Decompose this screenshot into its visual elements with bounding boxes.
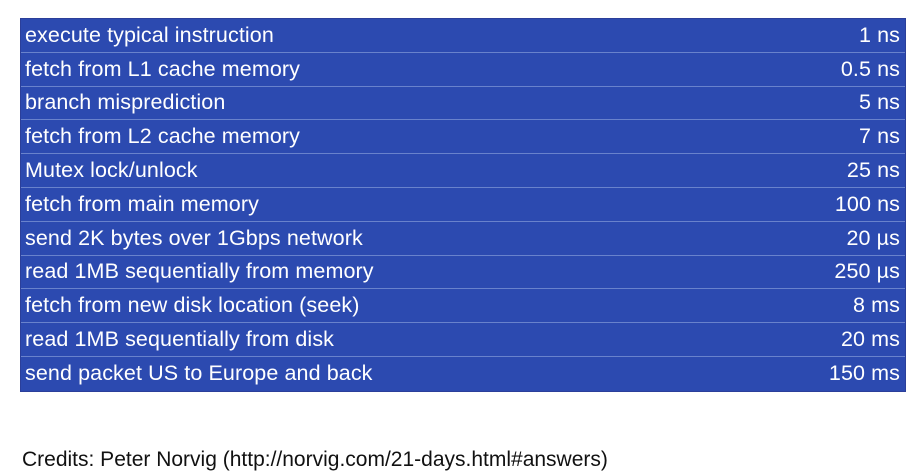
row-label: fetch from main memory	[25, 191, 259, 216]
table-row: send packet US to Europe and back 150 ms	[21, 357, 905, 391]
row-value: 100 ns	[834, 191, 900, 216]
row-value: 20 µs	[846, 225, 900, 250]
row-label: branch misprediction	[25, 90, 226, 115]
row-value: 25 ns	[846, 158, 900, 183]
credits-text: Credits: Peter Norvig (http://norvig.com…	[22, 448, 608, 471]
row-value: 8 ms	[853, 293, 900, 318]
row-value: 0.5 ns	[840, 56, 900, 81]
table-row: read 1MB sequentially from memory 250 µs	[21, 256, 905, 290]
row-value: 250 µs	[834, 259, 900, 284]
table-row: branch misprediction 5 ns	[21, 87, 905, 121]
row-value: 7 ns	[858, 124, 900, 149]
row-label: send packet US to Europe and back	[25, 361, 373, 386]
row-label: read 1MB sequentially from disk	[25, 327, 335, 352]
row-label: fetch from L1 cache memory	[25, 56, 301, 81]
row-label: send 2K bytes over 1Gbps network	[25, 225, 363, 250]
row-label: Mutex lock/unlock	[25, 158, 198, 183]
table-row: Mutex lock/unlock 25 ns	[21, 154, 905, 188]
row-value: 20 ms	[840, 327, 900, 352]
table-row: execute typical instruction 1 ns	[21, 19, 905, 53]
row-label: fetch from L2 cache memory	[25, 124, 301, 149]
table-row: fetch from main memory 100 ns	[21, 188, 905, 222]
row-label: fetch from new disk location (seek)	[25, 293, 360, 318]
row-label: execute typical instruction	[25, 22, 274, 47]
table-row: fetch from L1 cache memory 0.5 ns	[21, 53, 905, 87]
table-row: send 2K bytes over 1Gbps network 20 µs	[21, 222, 905, 256]
row-value: 5 ns	[858, 90, 900, 115]
latency-table: execute typical instruction 1 ns fetch f…	[20, 18, 906, 392]
row-value: 150 ms	[828, 361, 900, 386]
table-row: read 1MB sequentially from disk 20 ms	[21, 323, 905, 357]
table-row: fetch from new disk location (seek) 8 ms	[21, 289, 905, 324]
table-row: fetch from L2 cache memory 7 ns	[21, 120, 905, 155]
row-label: read 1MB sequentially from memory	[25, 259, 374, 284]
row-value: 1 ns	[858, 22, 900, 47]
